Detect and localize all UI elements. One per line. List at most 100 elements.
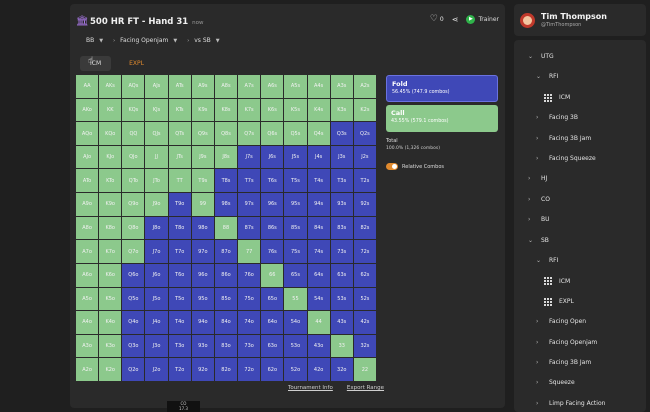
hand-cell-Q9o[interactable]: Q9o [122,193,145,216]
tree-node-icm[interactable]: ICM [544,277,570,286]
hand-cell-AJs[interactable]: AJs [145,75,168,98]
hand-cell-65s[interactable]: 65s [284,263,307,287]
hand-cell-52o[interactable]: 52o [284,358,307,381]
hand-cell-Q4o[interactable]: Q4o [122,311,145,334]
hand-cell-86o[interactable]: 86o [214,263,238,287]
hand-cell-K3o[interactable]: K3o [99,334,122,358]
hand-cell-Q8o[interactable]: Q8o [122,216,145,240]
hand-cell-73s[interactable]: 73s [330,240,353,263]
hand-cell-J2s[interactable]: J2s [353,145,376,169]
hand-cell-K6s[interactable]: K6s [261,98,284,122]
hand-cell-94s[interactable]: 94s [307,193,330,216]
hand-cell-KJo[interactable]: KJo [99,145,122,169]
hand-cell-A2o[interactable]: A2o [76,358,99,381]
tree-node-limp-facing-action[interactable]: › Limp Facing Action [536,400,605,407]
hand-cell-76o[interactable]: 76o [238,263,261,287]
hand-cell-62o[interactable]: 62o [261,358,284,381]
hand-cell-Q6o[interactable]: Q6o [122,263,145,287]
hand-cell-92s[interactable]: 92s [353,193,376,216]
hand-cell-Q8s[interactable]: Q8s [214,122,238,145]
tree-node-co[interactable]: › CO [528,196,550,203]
hand-cell-53s[interactable]: 53s [330,287,353,311]
hand-cell-T6s[interactable]: T6s [261,169,284,193]
hand-cell-54o[interactable]: 54o [284,311,307,334]
like-button[interactable]: ♡ 0 [430,14,444,24]
hand-cell-KTs[interactable]: KTs [168,98,191,122]
hand-cell-82s[interactable]: 82s [353,216,376,240]
hand-cell-99[interactable]: 99 [191,193,214,216]
hand-cell-J4s[interactable]: J4s [307,145,330,169]
hand-cell-J2o[interactable]: J2o [145,358,168,381]
hand-cell-95s[interactable]: 95s [284,193,307,216]
hand-cell-T8o[interactable]: T8o [168,216,191,240]
hand-cell-AA[interactable]: AA [76,75,99,98]
hand-cell-A8s[interactable]: A8s [214,75,238,98]
hand-cell-75o[interactable]: 75o [238,287,261,311]
hand-cell-Q3o[interactable]: Q3o [122,334,145,358]
tree-node-hj[interactable]: › HJ [528,175,547,182]
hand-cell-A4o[interactable]: A4o [76,311,99,334]
hand-cell-84s[interactable]: 84s [307,216,330,240]
hand-cell-Q9s[interactable]: Q9s [191,122,214,145]
hand-cell-T4o[interactable]: T4o [168,311,191,334]
hand-cell-QJo[interactable]: QJo [122,145,145,169]
hand-cell-K5s[interactable]: K5s [284,98,307,122]
hand-cell-62s[interactable]: 62s [353,263,376,287]
export-range-link[interactable]: Export Range [347,385,384,391]
hand-cell-K4s[interactable]: K4s [307,98,330,122]
hand-cell-AQs[interactable]: AQs [122,75,145,98]
tree-node-facing-squeeze[interactable]: › Facing Squeeze [536,155,596,162]
tree-node-bu[interactable]: › BU [528,216,550,223]
hand-cell-A8o[interactable]: A8o [76,216,99,240]
hand-cell-87s[interactable]: 87s [238,216,261,240]
tree-node-sb[interactable]: ⌄ SB [528,237,549,244]
hand-cell-T8s[interactable]: T8s [214,169,238,193]
call-action-box[interactable]: Call 43.55% (579.1 combos) [386,105,498,132]
hand-cell-K6o[interactable]: K6o [99,263,122,287]
hand-cell-A7o[interactable]: A7o [76,240,99,263]
hand-cell-J8o[interactable]: J8o [145,216,168,240]
hand-cell-KTo[interactable]: KTo [99,169,122,193]
hand-cell-J5s[interactable]: J5s [284,145,307,169]
hand-cell-63o[interactable]: 63o [261,334,284,358]
hand-cell-AKo[interactable]: AKo [76,98,99,122]
hand-cell-55[interactable]: 55 [284,287,307,311]
hand-cell-K9o[interactable]: K9o [99,193,122,216]
tab-icm[interactable]: ICM [80,56,112,71]
tree-node-rfi[interactable]: ⌄ RFI [536,73,558,80]
tree-node-squeeze[interactable]: › Squeeze [536,379,575,386]
hand-cell-QQ[interactable]: QQ [122,122,145,145]
hand-cell-T2s[interactable]: T2s [353,169,376,193]
hand-cell-K2s[interactable]: K2s [353,98,376,122]
hand-cell-76s[interactable]: 76s [261,240,284,263]
hand-cell-82o[interactable]: 82o [214,358,238,381]
position-dropdown[interactable]: BB ▼ [86,37,103,44]
hand-cell-T3o[interactable]: T3o [168,334,191,358]
hand-cell-AKs[interactable]: AKs [99,75,122,98]
hand-cell-AQo[interactable]: AQo [76,122,99,145]
hand-cell-KQs[interactable]: KQs [122,98,145,122]
hand-cell-K9s[interactable]: K9s [191,98,214,122]
hand-cell-65o[interactable]: 65o [261,287,284,311]
hand-cell-JTo[interactable]: JTo [145,169,168,193]
hand-cell-86s[interactable]: 86s [261,216,284,240]
hand-cell-J3s[interactable]: J3s [330,145,353,169]
hand-cell-98o[interactable]: 98o [191,216,214,240]
hand-cell-T9s[interactable]: T9s [191,169,214,193]
hand-cell-J9s[interactable]: J9s [191,145,214,169]
hand-cell-KJs[interactable]: KJs [145,98,168,122]
hand-cell-A5o[interactable]: A5o [76,287,99,311]
hand-cell-T6o[interactable]: T6o [168,263,191,287]
hand-cell-JJ[interactable]: JJ [145,145,168,169]
hand-cell-77[interactable]: 77 [238,240,261,263]
hand-cell-J6s[interactable]: J6s [261,145,284,169]
hand-cell-95o[interactable]: 95o [191,287,214,311]
tree-node-rfi[interactable]: ⌄ RFI [536,257,558,264]
hand-cell-43o[interactable]: 43o [307,334,330,358]
hand-cell-66[interactable]: 66 [261,263,284,287]
hand-cell-Q5s[interactable]: Q5s [284,122,307,145]
hand-cell-J5o[interactable]: J5o [145,287,168,311]
hand-cell-K8o[interactable]: K8o [99,216,122,240]
hand-cell-63s[interactable]: 63s [330,263,353,287]
hand-cell-72s[interactable]: 72s [353,240,376,263]
